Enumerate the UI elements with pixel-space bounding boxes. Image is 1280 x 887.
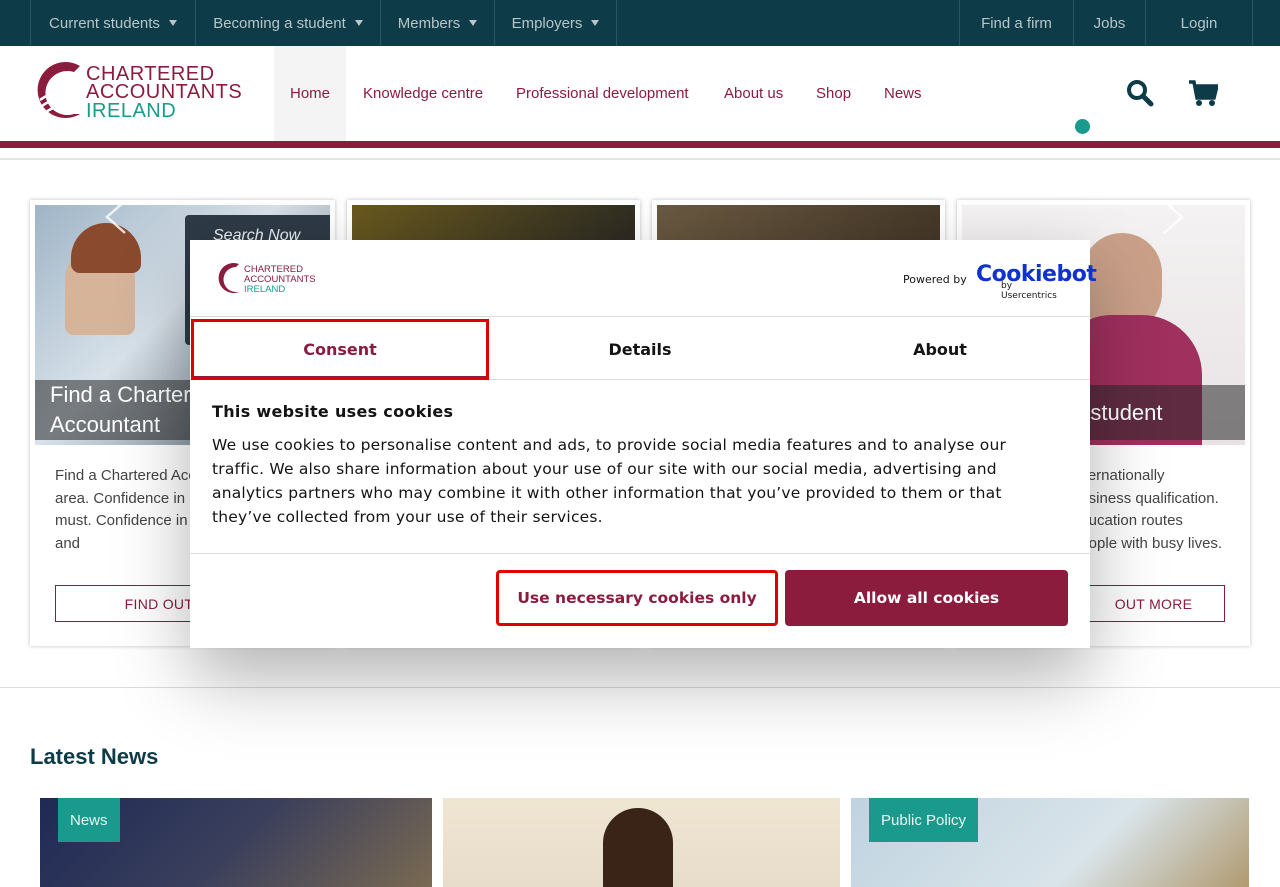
dialog-tabs: Consent Details About [190, 318, 1090, 380]
nav-home[interactable]: Home [274, 46, 346, 141]
section-divider [0, 687, 1280, 688]
top-utility-bar: Current students Becoming a student Memb… [0, 0, 1280, 46]
topbar-current-students[interactable]: Current students [30, 0, 195, 46]
cookie-consent-dialog: CHARTERED ACCOUNTANTS IRELAND Powered by… [190, 240, 1097, 648]
person-shape [603, 808, 673, 887]
header-divider [0, 158, 1280, 160]
topbar-login[interactable]: Login [1145, 0, 1253, 46]
chevron-right-icon[interactable] [1150, 195, 1194, 239]
notification-dot [1075, 119, 1090, 134]
topbar-members-label: Members [397, 14, 461, 32]
topbar-jobs[interactable]: Jobs [1073, 0, 1145, 46]
chevron-left-icon[interactable] [95, 195, 139, 239]
news-card-1[interactable]: News [40, 798, 432, 887]
nav-knowledge-centre[interactable]: Knowledge centre [363, 46, 483, 141]
dialog-logo: CHARTERED ACCOUNTANTS IRELAND [212, 262, 322, 295]
allow-all-cookies-button[interactable]: Allow all cookies [785, 570, 1068, 626]
dialog-header: CHARTERED ACCOUNTANTS IRELAND Powered by… [190, 240, 1097, 317]
nav-news[interactable]: News [884, 46, 922, 141]
topbar-becoming-student-label: Becoming a student [213, 14, 346, 32]
topbar-becoming-student[interactable]: Becoming a student [195, 0, 380, 46]
dialog-text: We use cookies to personalise content an… [212, 436, 1007, 526]
dialog-footer: Use necessary cookies only Allow all coo… [190, 553, 1090, 648]
tab-about[interactable]: About [790, 318, 1090, 380]
tab-details[interactable]: Details [490, 318, 790, 380]
topbar-find-a-firm-label: Find a firm [981, 14, 1052, 32]
search-icon[interactable] [1126, 79, 1154, 107]
necessary-cookies-button[interactable]: Use necessary cookies only [496, 570, 778, 626]
dialog-title: This website uses cookies [212, 402, 454, 421]
news-tag: News [58, 798, 120, 842]
logo-text-line2: ACCOUNTANTS [86, 81, 243, 103]
caret-down-icon [591, 20, 600, 26]
header-accent-line [0, 141, 1280, 148]
usercentrics-text: by Usercentrics [1001, 281, 1057, 301]
cookiebot-branding[interactable]: Powered by Cookiebot by Usercentrics [903, 262, 1097, 301]
caret-down-icon [168, 20, 177, 26]
topbar-members[interactable]: Members [380, 0, 494, 46]
caret-down-icon [469, 20, 478, 26]
news-card-3[interactable]: Public Policy [851, 798, 1249, 887]
caret-down-icon [354, 20, 363, 26]
dialog-body: This website uses cookies We use cookies… [212, 402, 1052, 529]
tab-consent[interactable]: Consent [191, 319, 489, 380]
topbar-jobs-label: Jobs [1093, 14, 1126, 32]
logo-mark-icon [37, 61, 83, 118]
topbar-employers[interactable]: Employers [494, 0, 617, 46]
site-logo[interactable]: CHARTERED ACCOUNTANTS IRELAND [30, 60, 243, 122]
latest-news-heading: Latest News [30, 744, 159, 769]
topbar-login-label: Login [1180, 14, 1218, 32]
card-description: internationally business qualification. … [1072, 467, 1223, 552]
powered-by-text: Powered by [903, 273, 967, 286]
dialog-logo-line3: IRELAND [244, 284, 285, 294]
nav-about-us[interactable]: About us [724, 46, 783, 141]
cart-icon[interactable] [1188, 79, 1220, 107]
news-tag: Public Policy [869, 798, 979, 842]
nav-professional-development[interactable]: Professional development [516, 46, 689, 141]
topbar-current-students-label: Current students [49, 14, 160, 32]
news-card-2[interactable] [443, 798, 840, 887]
nav-shop[interactable]: Shop [816, 46, 851, 141]
topbar-find-a-firm[interactable]: Find a firm [959, 0, 1073, 46]
topbar-employers-label: Employers [511, 14, 583, 32]
find-out-more-label: OUT MORE [1114, 595, 1193, 612]
logo-text-line3: IRELAND [86, 100, 177, 122]
